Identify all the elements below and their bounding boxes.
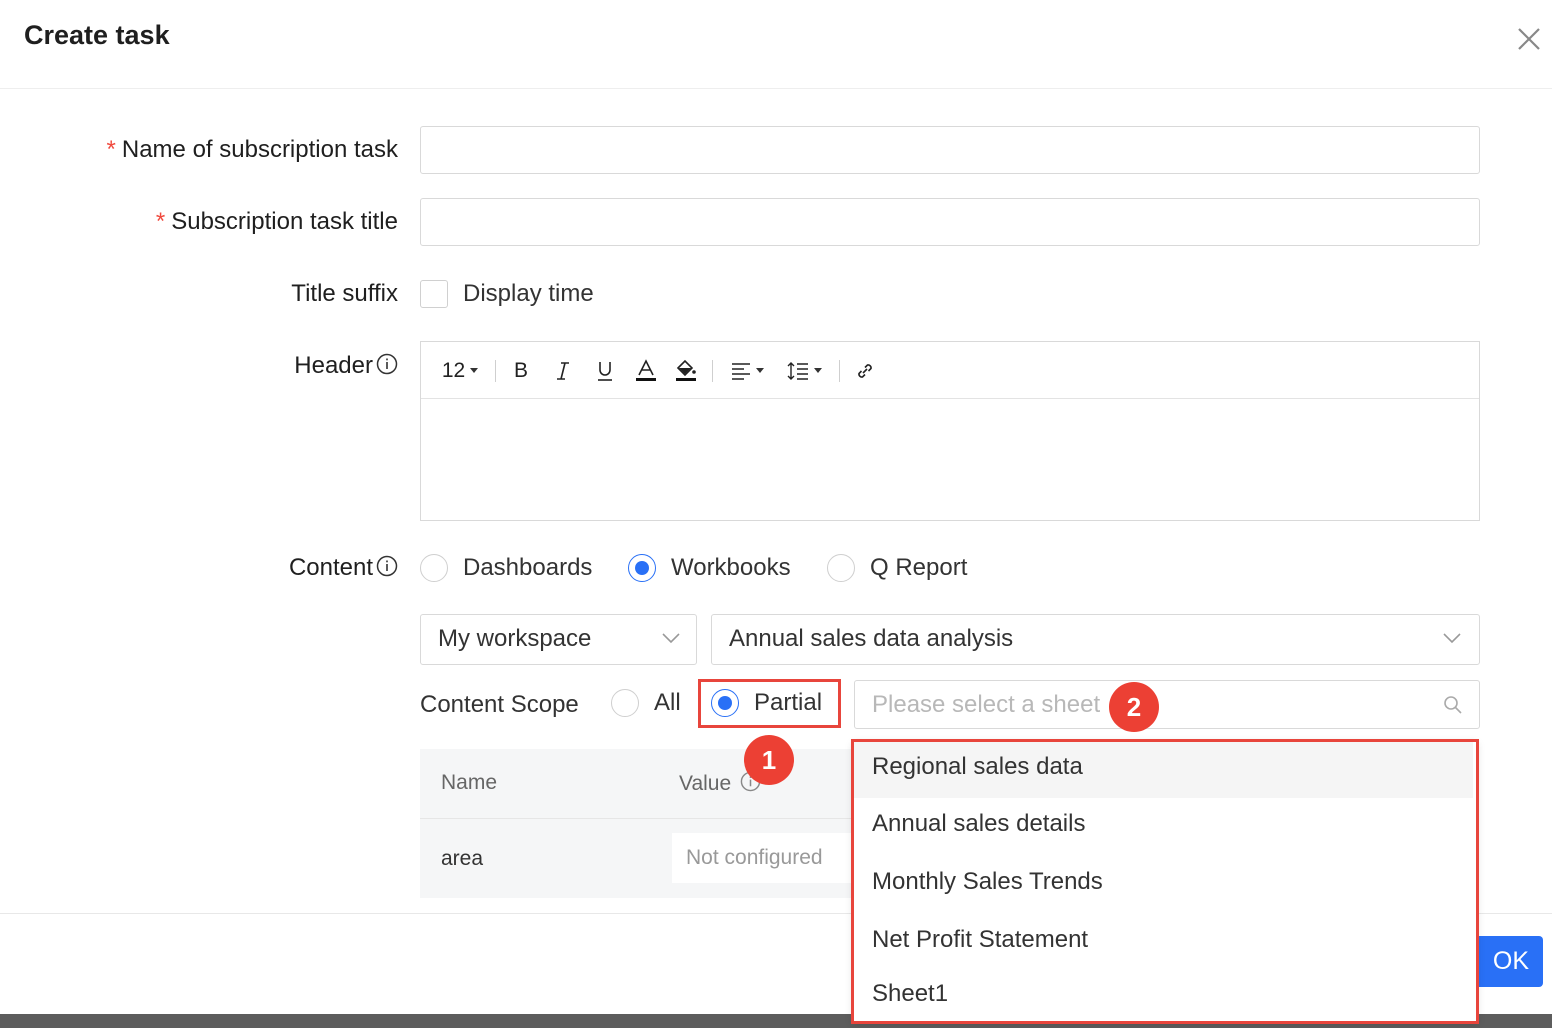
toolbar-divider	[712, 360, 713, 382]
chevron-down-icon	[755, 368, 764, 373]
italic-button[interactable]	[549, 342, 577, 399]
table-divider	[420, 818, 860, 819]
link-button[interactable]	[851, 342, 879, 399]
info-icon[interactable]	[376, 353, 398, 382]
table-cell-name: area	[441, 847, 484, 870]
parameter-value-input[interactable]: Not configured	[672, 833, 860, 883]
workspace-select-value: My workspace	[438, 625, 592, 652]
display-time-checkbox[interactable]	[420, 280, 448, 308]
link-icon	[858, 363, 872, 378]
radio-scope-partial[interactable]	[711, 689, 739, 717]
required-marker: *	[155, 208, 166, 235]
search-icon	[1444, 696, 1462, 714]
parameter-value-placeholder: Not configured	[686, 846, 823, 869]
sheet-search-placeholder: Please select a sheet	[872, 691, 1101, 718]
dropdown-item[interactable]: Sheet1	[853, 968, 1473, 1022]
dropdown-item-label: Sheet1	[872, 980, 949, 1007]
editor-toolbar: 12 B	[421, 342, 1479, 399]
workbook-select-value: Annual sales data analysis	[729, 625, 1014, 652]
font-color-button[interactable]	[632, 342, 660, 399]
chevron-down-icon	[1443, 633, 1461, 644]
dropdown-item-label: Monthly Sales Trends	[872, 868, 1103, 895]
sheet-search-input[interactable]: Please select a sheet	[854, 680, 1480, 729]
workspace-select[interactable]: My workspace	[420, 614, 697, 665]
radio-dashboards-label: Dashboards	[463, 554, 593, 581]
dropdown-item[interactable]: Regional sales data	[853, 741, 1473, 798]
radio-q-report-label: Q Report	[870, 554, 968, 581]
annotation-badge-2: 2	[1109, 682, 1159, 732]
editor-body[interactable]	[421, 399, 1479, 520]
suffix-label: Title suffix	[291, 280, 398, 307]
italic-icon	[557, 361, 569, 380]
font-size-value: 12	[441, 358, 466, 382]
annotation-badge-1: 1	[744, 735, 794, 785]
align-left-icon	[731, 362, 750, 380]
column-header-name: Name	[441, 771, 498, 794]
align-select[interactable]	[724, 342, 770, 399]
column-header-value-text: Value	[679, 772, 732, 795]
radio-scope-partial-label: Partial	[754, 689, 823, 716]
radio-workbooks-label: Workbooks	[671, 554, 791, 581]
parameter-table: Name Value area Not configured	[420, 749, 860, 898]
paint-bucket-icon	[676, 359, 696, 381]
info-icon[interactable]	[376, 555, 398, 584]
radio-scope-all-label: All	[654, 689, 681, 716]
dropdown-item[interactable]: Annual sales details	[853, 798, 1473, 855]
radio-q-report[interactable]	[827, 554, 855, 582]
content-scope-label: Content Scope	[420, 691, 579, 718]
radio-workbooks[interactable]	[628, 554, 656, 582]
content-label: Content	[289, 554, 398, 584]
radio-scope-all[interactable]	[611, 689, 639, 717]
toolbar-divider	[839, 360, 840, 382]
fill-color-button[interactable]	[672, 342, 700, 399]
dropdown-item[interactable]: Monthly Sales Trends	[853, 856, 1473, 913]
underline-button[interactable]	[591, 342, 619, 399]
task-name-input[interactable]	[420, 126, 1480, 174]
dropdown-item-label: Net Profit Statement	[872, 926, 1089, 953]
title-label: * Subscription task title	[156, 208, 398, 236]
font-color-icon	[636, 358, 656, 381]
header-label-text: Header	[294, 352, 373, 379]
chevron-down-icon	[470, 368, 479, 373]
title-label-text: Subscription task title	[171, 208, 398, 235]
name-label: * Name of subscription task	[107, 136, 398, 164]
display-time-label: Display time	[463, 280, 594, 307]
bold-button[interactable]: B	[507, 342, 535, 399]
toolbar-divider	[495, 360, 496, 382]
radio-dashboards[interactable]	[420, 554, 448, 582]
dropdown-item-label: Regional sales data	[872, 753, 1083, 780]
header-rich-editor: 12 B	[420, 341, 1480, 521]
underline-icon	[598, 361, 612, 381]
dropdown-item[interactable]: Net Profit Statement	[853, 914, 1473, 971]
chevron-down-icon	[662, 633, 680, 644]
bold-icon: B	[513, 358, 528, 382]
line-height-select[interactable]	[781, 342, 827, 399]
dialog-title: Create task	[24, 20, 170, 50]
line-height-icon	[787, 361, 808, 380]
content-label-text: Content	[288, 554, 373, 581]
header-label: Header	[294, 352, 398, 382]
font-size-select[interactable]: 12	[437, 342, 483, 399]
task-title-input[interactable]	[420, 198, 1480, 246]
chevron-down-icon	[813, 368, 822, 373]
sheet-dropdown: Regional sales data Annual sales details…	[853, 741, 1477, 1022]
name-label-text: Name of subscription task	[121, 136, 398, 163]
dialog-header: Create task	[0, 0, 1552, 89]
close-icon[interactable]	[1514, 24, 1544, 54]
workbook-select[interactable]: Annual sales data analysis	[711, 614, 1480, 665]
dropdown-item-label: Annual sales details	[872, 810, 1086, 837]
required-marker: *	[106, 136, 116, 163]
